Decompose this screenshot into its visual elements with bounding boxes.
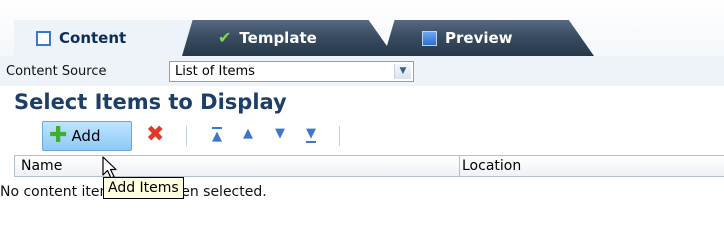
move-to-top-icon[interactable]: ▲ — [212, 127, 222, 143]
toolbar-separator — [186, 126, 187, 146]
square-filled-icon — [422, 30, 437, 46]
move-up-icon[interactable]: ▲ — [243, 127, 253, 140]
content-source-row: Content Source List of Items ▼ — [0, 56, 724, 86]
add-button[interactable]: ✚ Add — [42, 121, 132, 151]
column-header-location[interactable]: Location — [462, 158, 521, 174]
tab-label: Content — [59, 29, 127, 47]
add-button-label: Add — [71, 127, 101, 145]
tab-label: Preview — [445, 29, 513, 47]
tab-content[interactable]: Content — [14, 20, 196, 56]
tab-strip: Content ✔ Template Preview — [0, 0, 724, 56]
column-header-name[interactable]: Name — [21, 158, 62, 174]
tab-template[interactable]: ✔ Template — [182, 20, 394, 56]
content-source-label: Content Source — [6, 63, 107, 79]
add-items-tooltip: Add Items — [103, 177, 184, 199]
checkmark-icon: ✔ — [218, 28, 232, 47]
plus-icon: ✚ — [49, 123, 68, 148]
section-title: Select Items to Display — [14, 90, 287, 114]
column-divider[interactable] — [459, 156, 460, 177]
square-outline-icon — [36, 30, 51, 46]
move-down-icon[interactable]: ▼ — [275, 127, 285, 140]
chevron-down-icon[interactable]: ▼ — [394, 64, 411, 79]
tab-preview[interactable]: Preview — [384, 20, 594, 56]
content-source-select[interactable]: List of Items ▼ — [169, 61, 414, 82]
items-toolbar: ✚ Add ✖ ▲ ▲ ▼ ▼ — [0, 118, 724, 152]
move-to-bottom-icon[interactable]: ▼ — [306, 127, 316, 143]
delete-icon[interactable]: ✖ — [146, 124, 164, 146]
content-source-value: List of Items — [175, 64, 255, 79]
tab-label: Template — [239, 29, 317, 47]
toolbar-separator — [339, 126, 340, 146]
